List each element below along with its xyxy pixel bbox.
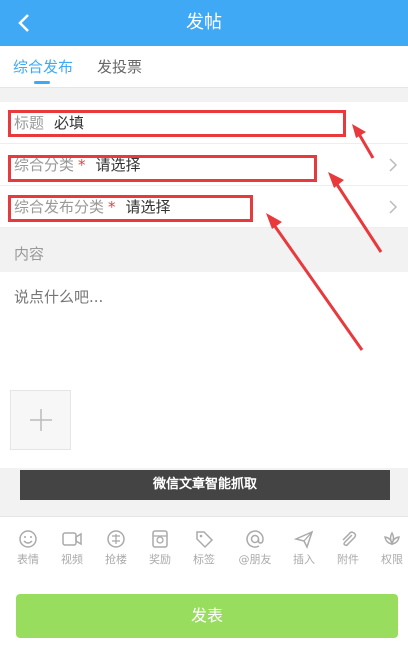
category-label: 综合分类 <box>14 156 75 174</box>
sub-category-row[interactable]: 综合发布分类 * 请选择 <box>0 186 408 228</box>
tab-bar: 综合发布 发投票 <box>0 46 408 88</box>
chevron-right-icon <box>389 158 398 172</box>
title-input[interactable]: 必填 <box>54 112 84 133</box>
sub-category-select[interactable]: 请选择 <box>126 196 171 217</box>
at-icon <box>246 530 264 548</box>
lotus-icon <box>384 531 400 545</box>
toolbar-insert[interactable]: 插入 <box>282 517 326 571</box>
required-marker: * <box>108 197 116 216</box>
category-row[interactable]: 综合分类 * 请选择 <box>0 144 408 186</box>
sub-category-label: 综合发布分类 <box>14 198 105 216</box>
plus-icon <box>29 409 52 431</box>
toolbar-label: 奖励 <box>149 553 171 566</box>
editor-toolbar: 表情 视频 抢楼 奖励 标签 @朋友 插入 附件 权限 <box>0 516 408 570</box>
paperclip-icon <box>342 531 357 547</box>
video-icon <box>62 532 82 546</box>
toolbar-permission[interactable]: 权限 <box>370 517 408 571</box>
chevron-right-icon <box>389 200 398 214</box>
toolbar-emoji[interactable]: 表情 <box>6 517 50 571</box>
grab-floor-icon <box>107 530 125 548</box>
tag-icon <box>196 531 214 549</box>
toolbar-label: 抢楼 <box>105 553 127 566</box>
content-area <box>0 272 408 468</box>
submit-button[interactable]: 发表 <box>16 594 398 638</box>
content-section-label: 内容 <box>0 236 408 272</box>
toolbar-label: 表情 <box>17 553 39 566</box>
toolbar-attachment[interactable]: 附件 <box>326 517 370 571</box>
tab-active-indicator <box>34 81 50 84</box>
post-form: 标题 必填 综合分类 * 请选择 综合发布分类 * 请选择 <box>0 102 408 228</box>
toolbar-tag[interactable]: 标签 <box>182 517 226 571</box>
smile-icon <box>19 530 37 548</box>
required-marker: * <box>78 155 86 174</box>
wechat-article-fetch-button[interactable]: 微信文章智能抓取 <box>20 470 390 500</box>
header-bar: 发帖 <box>0 0 408 46</box>
toolbar-label: @朋友 <box>238 553 272 566</box>
send-icon <box>294 530 314 549</box>
tab-vote[interactable]: 发投票 <box>97 46 142 88</box>
toolbar-grab-floor[interactable]: 抢楼 <box>94 517 138 571</box>
toolbar-label: 标签 <box>193 553 215 566</box>
title-label: 标题 <box>14 114 45 132</box>
toolbar-reward[interactable]: 奖励 <box>138 517 182 571</box>
toolbar-label: 附件 <box>337 553 359 566</box>
toolbar-label: 视频 <box>61 553 83 566</box>
add-image-button[interactable] <box>10 390 71 450</box>
toolbar-label: 权限 <box>381 553 403 566</box>
content-textarea[interactable] <box>0 272 408 382</box>
toolbar-mention[interactable]: @朋友 <box>233 517 277 571</box>
page-title: 发帖 <box>186 12 222 33</box>
toolbar-label: 插入 <box>293 553 315 566</box>
reward-icon <box>152 530 168 548</box>
bottom-bar: 发表 <box>0 570 408 653</box>
toolbar-video[interactable]: 视频 <box>50 517 94 571</box>
title-row[interactable]: 标题 必填 <box>0 102 408 144</box>
category-select[interactable]: 请选择 <box>96 154 141 175</box>
